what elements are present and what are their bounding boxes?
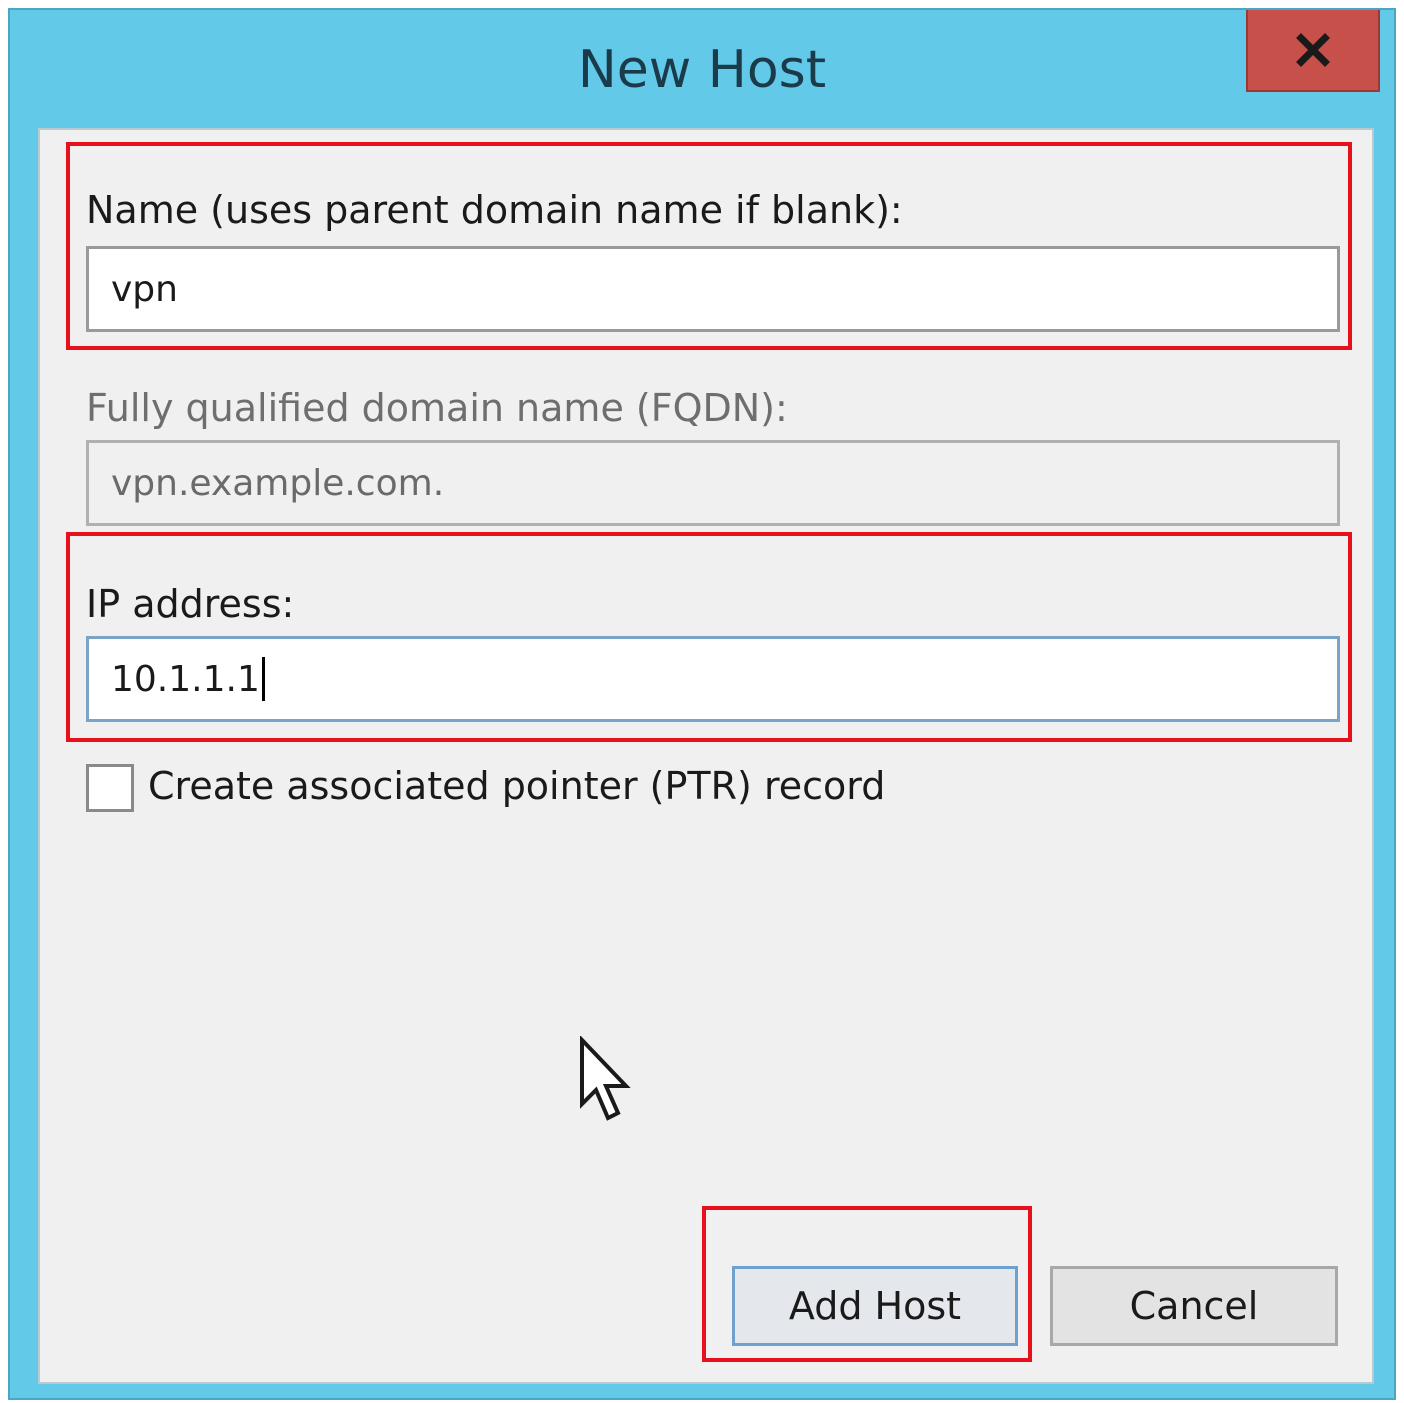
name-input-value: vpn — [111, 268, 178, 310]
fqdn-field: vpn.example.com. — [86, 440, 1340, 526]
close-icon — [1296, 33, 1330, 67]
add-host-button[interactable]: Add Host — [732, 1266, 1018, 1346]
mouse-pointer-icon — [580, 1036, 631, 1121]
dialog-title: New Host — [577, 40, 827, 100]
ptr-record-label[interactable]: Create associated pointer (PTR) record — [148, 764, 885, 808]
text-caret — [261, 657, 265, 701]
ip-address-label: IP address: — [86, 582, 295, 626]
name-label: Name (uses parent domain name if blank): — [86, 188, 903, 232]
ip-address-input[interactable]: 10.1.1.1 — [86, 636, 1340, 722]
ip-address-value: 10.1.1.1 — [111, 658, 260, 700]
name-input[interactable]: vpn — [86, 246, 1340, 332]
fqdn-label: Fully qualified domain name (FQDN): — [86, 386, 788, 430]
ptr-record-checkbox[interactable] — [86, 764, 134, 812]
close-button[interactable] — [1246, 10, 1380, 92]
dialog-content: Name (uses parent domain name if blank):… — [38, 128, 1374, 1384]
fqdn-value: vpn.example.com. — [111, 462, 445, 504]
cancel-button[interactable]: Cancel — [1050, 1266, 1338, 1346]
new-host-dialog: New Host Name (uses parent domain name i… — [8, 8, 1396, 1400]
